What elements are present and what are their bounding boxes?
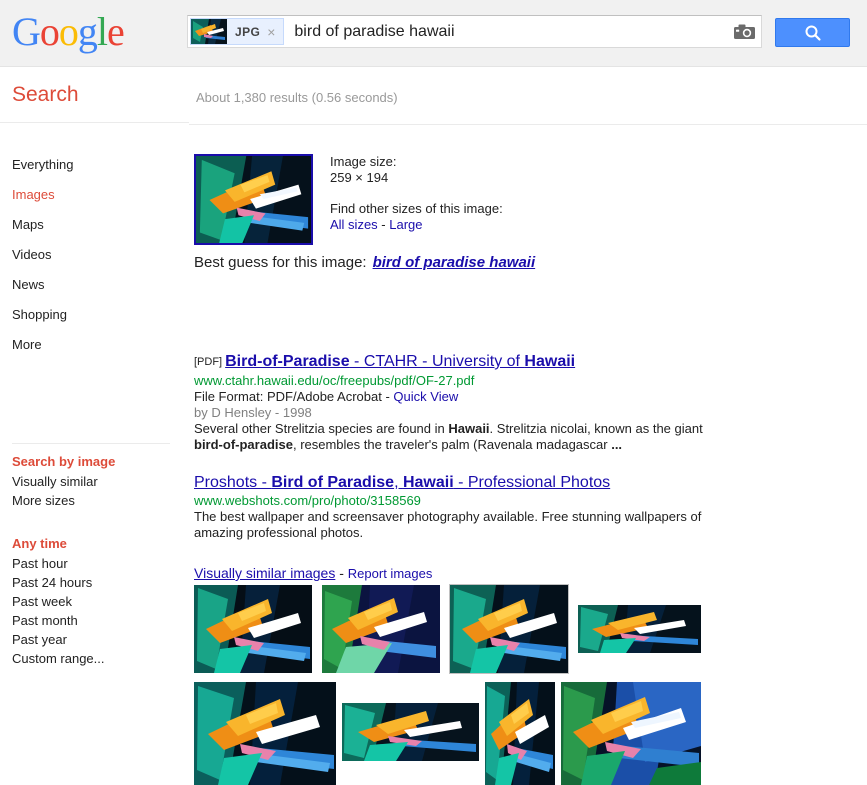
sidebar-item-news[interactable]: News (0, 270, 189, 300)
logo-letter-g1: G (12, 9, 41, 54)
file-format-value: PDF/Adobe Acrobat - (263, 389, 394, 404)
any-time-group: Any time Past hour Past 24 hours Past we… (0, 536, 189, 668)
close-icon[interactable]: × (267, 25, 283, 39)
logo-letter-g2: g (77, 9, 98, 54)
snippet-1a: Several other Strelitzia species are fou… (194, 421, 449, 436)
result-1-byline: by D Hensley - 1998 (194, 405, 312, 420)
filter-past-week[interactable]: Past week (0, 592, 189, 611)
all-sizes-link[interactable]: All sizes (330, 217, 378, 232)
filter-more-sizes[interactable]: More sizes (0, 491, 189, 510)
similar-thumbnail-1[interactable] (194, 585, 312, 673)
sidebar-item-videos[interactable]: Videos (0, 240, 189, 270)
result-2-title-bold-2: Hawaii (402, 474, 454, 491)
sidebar-item-more[interactable]: More (0, 330, 189, 360)
similar-thumbnail-6[interactable] (342, 703, 479, 761)
result-2-title[interactable]: Proshots - Bird of Paradise, Hawaii - Pr… (194, 473, 754, 492)
similar-thumbnail-3[interactable] (449, 584, 569, 674)
result-2-snippet-line-2: amazing professional photos. (194, 525, 364, 540)
best-guess-link[interactable]: bird of paradise hawaii (373, 254, 536, 271)
similar-thumbnail-4[interactable] (578, 605, 701, 653)
vsim-separator: - (335, 565, 348, 581)
search-input[interactable] (284, 17, 727, 46)
search-box: JPG × (187, 15, 762, 48)
camera-icon[interactable] (727, 16, 761, 47)
report-images-link[interactable]: Report images (348, 566, 433, 581)
filter-visually-similar[interactable]: Visually similar (0, 472, 189, 491)
result-1-title[interactable]: [PDF] Bird-of-Paradise - CTAHR - Universi… (194, 352, 754, 372)
sizes-separator: - (377, 216, 390, 232)
search-by-image-heading[interactable]: Search by image (0, 454, 189, 470)
result-2-url[interactable]: www.webshots.com/pro/photo/3158569 (194, 493, 754, 509)
similar-thumbnail-7[interactable] (485, 682, 555, 785)
result-1-link[interactable]: Bird-of-Paradise - CTAHR - University of… (225, 353, 575, 370)
snippet-1c: . Strelitzia nicolai, known as the giant (489, 421, 703, 436)
large-size-link[interactable]: Large (389, 217, 422, 232)
filter-past-year[interactable]: Past year (0, 630, 189, 649)
result-1-file-format: File Format: PDF/Adobe Acrobat - Quick V… (194, 389, 754, 405)
result-1-title-plain-1: - CTAHR - University of (349, 353, 525, 370)
result-2-title-plain-1: Proshots - (194, 474, 272, 491)
results-divider (189, 124, 867, 125)
pdf-badge: [PDF] (194, 356, 223, 368)
logo-letter-l: l (96, 9, 108, 54)
best-guess-row: Best guess for this image: bird of paradi… (194, 254, 535, 271)
chip-thumbnail-icon (191, 19, 227, 44)
snippet-2a: bird-of-paradise (194, 437, 293, 452)
similar-thumbnail-5[interactable] (194, 682, 336, 785)
filter-past-24-hours[interactable]: Past 24 hours (0, 573, 189, 592)
google-logo[interactable]: Google (12, 9, 125, 54)
similar-thumbnail-2[interactable] (322, 585, 440, 673)
sidebar-item-maps[interactable]: Maps (0, 210, 189, 240)
image-dimensions: 259 × 194 (330, 169, 389, 185)
sidebar-item-everything[interactable]: Everything (0, 150, 189, 180)
result-2-snippet-line-1: The best wallpaper and screensaver photo… (194, 509, 702, 524)
result-1-url[interactable]: www.ctahr.hawaii.edu/oc/freepubs/pdf/OF-… (194, 373, 754, 389)
image-query-chip[interactable]: JPG × (190, 18, 285, 45)
chip-format-label: JPG (235, 24, 261, 39)
visually-similar-header: Visually similar images - Report images (194, 565, 432, 581)
query-image-preview[interactable] (194, 154, 313, 245)
snippet-2c: ... (611, 437, 623, 452)
result-2-title-bold-1: Bird of Paradise (271, 474, 395, 491)
filter-past-month[interactable]: Past month (0, 611, 189, 630)
result-1-title-bold-1: Bird-of-Paradise (225, 353, 350, 370)
logo-letter-o2: o (58, 9, 79, 54)
result-stats: About 1,380 results (0.56 seconds) (196, 90, 398, 105)
filter-past-hour[interactable]: Past hour (0, 554, 189, 573)
result-1-snippet-line-2: bird-of-paradise, resembles the traveler… (194, 437, 754, 453)
sidebar-nav-divider (12, 443, 170, 444)
quick-view-link[interactable]: Quick View (393, 389, 458, 404)
sidebar-item-shopping[interactable]: Shopping (0, 300, 189, 330)
result-1-title-bold-2: Hawaii (524, 353, 576, 370)
search-result-1: [PDF] Bird-of-Paradise - CTAHR - Universi… (194, 352, 754, 453)
search-result-2: Proshots - Bird of Paradise, Hawaii - Pr… (194, 473, 754, 541)
magnifier-icon (805, 25, 821, 41)
result-2-link[interactable]: Proshots - Bird of Paradise, Hawaii - Pr… (194, 474, 610, 491)
result-2-title-plain-3: - Professional Photos (453, 474, 611, 491)
top-header-bar: Google JPG × (0, 0, 867, 67)
left-sidebar: Search Everything Images Maps Videos New… (0, 68, 189, 720)
any-time-heading[interactable]: Any time (0, 536, 189, 552)
image-size-label: Image size: (330, 154, 397, 169)
result-1-snippet-line-1: Several other Strelitzia species are fou… (194, 421, 754, 437)
logo-letter-e: e (107, 9, 125, 54)
file-format-label: File Format: (194, 389, 264, 404)
visually-similar-link[interactable]: Visually similar images (194, 565, 335, 581)
result-2-title-plain-2: , (394, 474, 403, 491)
sidebar-title: Search (12, 83, 79, 106)
snippet-2b: , resembles the traveler's palm (Ravenal… (292, 437, 612, 452)
filter-custom-range[interactable]: Custom range... (0, 649, 189, 668)
search-by-image-group: Search by image Visually similar More si… (0, 454, 189, 510)
sidebar-divider (0, 122, 189, 123)
image-info-text: Image size: 259 × 194 Find other sizes o… (330, 154, 503, 232)
sidebar-nav: Everything Images Maps Videos News Shopp… (0, 150, 189, 360)
similar-thumbnail-8[interactable] (561, 682, 701, 785)
search-button[interactable] (775, 18, 850, 47)
find-sizes-label: Find other sizes of this image: (330, 201, 503, 216)
sidebar-item-images[interactable]: Images (0, 180, 189, 210)
logo-letter-o1: o (39, 9, 60, 54)
best-guess-label: Best guess for this image: (194, 254, 367, 271)
snippet-1b: Hawaii (448, 421, 490, 436)
